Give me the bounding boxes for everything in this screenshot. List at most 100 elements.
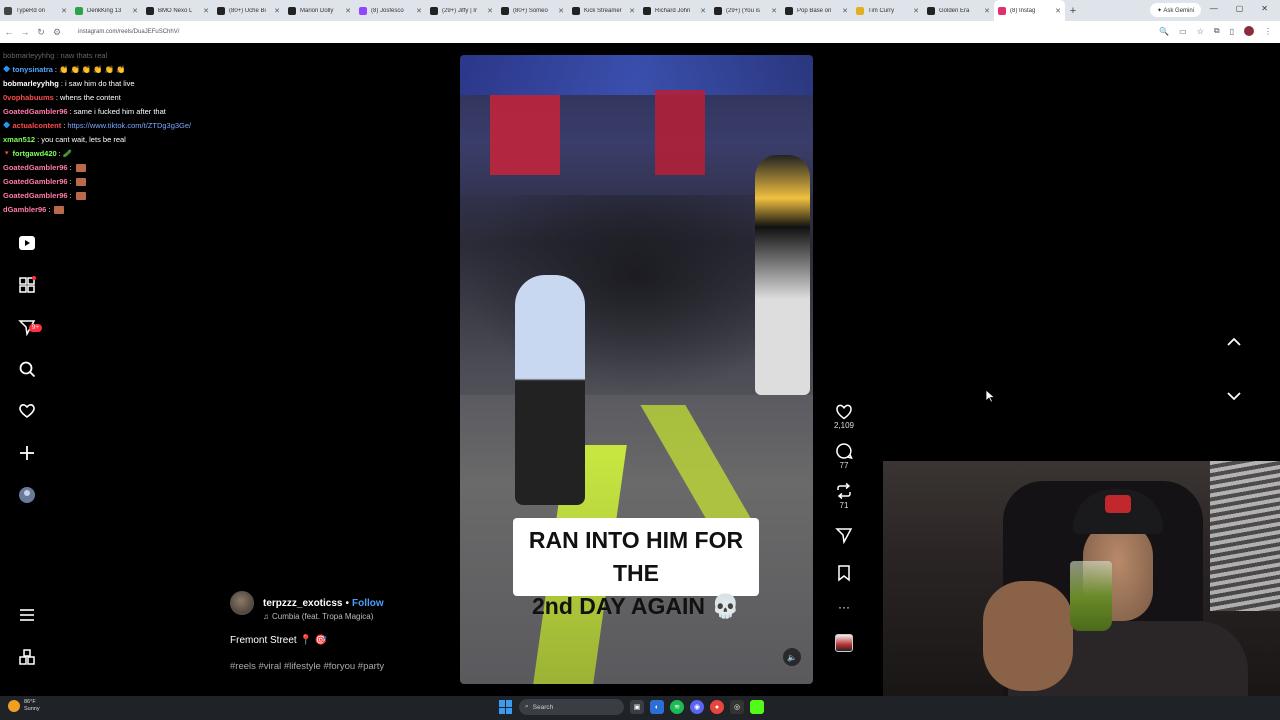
tab-close-icon[interactable]: ✕ [132, 7, 138, 15]
author-username[interactable]: terpzzz_exoticss [263, 598, 342, 609]
close-window-button[interactable]: ✕ [1261, 4, 1268, 13]
tab-label: DenkKing 13 [87, 7, 122, 14]
chat-link[interactable]: https://www.tiktok.com/t/ZTDg3g3Ge/ [67, 119, 191, 133]
browser-tab[interactable]: (80+) Someo ✕ [497, 0, 568, 21]
browser-tab[interactable]: Richard John ✕ [639, 0, 710, 21]
floor-light-right [640, 405, 755, 525]
tab-label: (29+) Jiffy | Ir [442, 7, 477, 14]
messages-nav-item[interactable]: 9+ [12, 312, 42, 342]
comment-action[interactable]: 77 [835, 442, 853, 470]
chat-separator: : [63, 121, 66, 130]
tab-close-icon[interactable]: ✕ [771, 7, 777, 15]
reel-video[interactable]: RAN INTO HIM FOR THE 2nd DAY AGAIN 💀 🔈 [460, 55, 813, 684]
tab-close-icon[interactable]: ✕ [629, 7, 635, 15]
reels-icon [19, 236, 35, 250]
extensions-icon[interactable]: ⧉ [1214, 26, 1220, 36]
tab-close-icon[interactable]: ✕ [984, 7, 990, 15]
tab-favicon-icon [75, 6, 83, 15]
dancing-man [515, 275, 585, 505]
browser-tab[interactable]: (8) Josfesco ✕ [355, 0, 426, 21]
audio-track[interactable]: ♫ Cumbia (feat. Tropa Magica) [263, 612, 450, 621]
url-field[interactable]: instagram.com/reels/DuaJEFuSChhV/ [70, 24, 1130, 40]
tab-close-icon[interactable]: ✕ [1055, 7, 1061, 15]
bookmark-star-icon[interactable]: ☆ [1197, 27, 1204, 36]
post-hashtags[interactable]: #reels #viral #lifestyle #foryou #party [230, 661, 450, 672]
share-action[interactable] [835, 526, 853, 544]
chat-separator: : [54, 65, 58, 74]
cap-logo [1105, 495, 1131, 513]
browser-tab[interactable]: Marion Dolly ✕ [284, 0, 355, 21]
tab-close-icon[interactable]: ✕ [487, 7, 493, 15]
more-nav-item[interactable] [12, 600, 42, 630]
back-icon[interactable]: ← [2, 27, 16, 37]
new-tab-button[interactable]: + [1065, 5, 1081, 17]
site-info-icon[interactable]: ⚙ [50, 27, 64, 38]
edge-icon[interactable]: ◐ [650, 700, 664, 714]
browser-tab[interactable]: Golden Era ✕ [923, 0, 994, 21]
tab-close-icon[interactable]: ✕ [842, 7, 848, 15]
also-from-meta-nav-item[interactable] [12, 642, 42, 672]
discord-icon[interactable]: ◉ [690, 700, 704, 714]
ask-gemini-button[interactable]: ✦ Ask Gemini [1150, 3, 1202, 17]
browser-tab[interactable]: (29+) (You is ✕ [710, 0, 781, 21]
browser-tab[interactable]: (29+) Jiffy | Ir ✕ [426, 0, 497, 21]
search-nav-item[interactable] [12, 354, 42, 384]
chat-badge-icon: 🔻 [3, 151, 11, 157]
chat-text: i saw him do that live [64, 79, 135, 88]
author-avatar[interactable] [230, 591, 254, 615]
browser-tab[interactable]: (8) Instag ✕ [994, 0, 1065, 21]
zoom-icon[interactable]: 🔍 [1159, 27, 1169, 36]
browser-tab[interactable]: Tim Curry ✕ [852, 0, 923, 21]
tab-close-icon[interactable]: ✕ [913, 7, 919, 15]
browser-tab[interactable]: Kick Streamer ✕ [568, 0, 639, 21]
apps-nav-item[interactable] [12, 270, 42, 300]
profile-avatar[interactable] [1244, 26, 1254, 36]
browser-tab[interactable]: BMO Nexo L ✕ [142, 0, 213, 21]
create-nav-item[interactable] [12, 438, 42, 468]
browser-tab[interactable]: DenkKing 13 ✕ [71, 0, 142, 21]
save-action[interactable] [836, 564, 852, 582]
mute-toggle-button[interactable]: 🔈 [783, 648, 801, 666]
next-reel-button[interactable] [1224, 386, 1244, 406]
chrome-icon[interactable]: ● [710, 700, 724, 714]
minimize-button[interactable]: — [1210, 4, 1218, 13]
browser-tab[interactable]: Pop Base on ✕ [781, 0, 852, 21]
weather-widget[interactable]: 86°F Sunny [8, 699, 40, 713]
repost-action[interactable]: 71 [835, 482, 853, 510]
like-action[interactable]: 2,109 [834, 403, 854, 430]
follow-button[interactable]: Follow [352, 598, 384, 609]
cast-icon[interactable]: ▭ [1179, 27, 1187, 36]
tab-favicon-icon [217, 6, 225, 15]
profile-nav-item[interactable] [12, 480, 42, 510]
tab-close-icon[interactable]: ✕ [700, 7, 706, 15]
spotify-icon[interactable]: ≋ [670, 700, 684, 714]
chat-username: tonysinatra [12, 65, 53, 74]
browser-menu-icon[interactable]: ⋮ [1264, 27, 1272, 36]
maximize-button[interactable]: ▢ [1236, 4, 1244, 13]
browser-tab[interactable]: TypeRd on ✕ [0, 0, 71, 21]
tab-close-icon[interactable]: ✕ [345, 7, 351, 15]
tab-close-icon[interactable]: ✕ [416, 7, 422, 15]
windows-start-icon[interactable] [499, 700, 513, 714]
previous-reel-button[interactable] [1224, 332, 1244, 352]
tab-close-icon[interactable]: ✕ [203, 7, 209, 15]
window-blinds [1210, 461, 1280, 611]
tab-close-icon[interactable]: ✕ [558, 7, 564, 15]
chat-username: dGambler96 [3, 205, 47, 214]
reload-icon[interactable]: ↻ [34, 27, 48, 38]
forward-icon[interactable]: → [18, 27, 32, 37]
browser-tab-strip: TypeRd on ✕ DenkKing 13 ✕ BMO Nexo L ✕ (80+) U… [0, 0, 1280, 21]
task-view-icon[interactable]: ▣ [630, 700, 644, 714]
notifications-nav-item[interactable] [12, 396, 42, 426]
tab-close-icon[interactable]: ✕ [61, 7, 67, 15]
audio-thumbnail[interactable] [835, 634, 853, 652]
more-options-action[interactable]: ··· [838, 601, 850, 613]
weather-desc: Sunny [24, 706, 40, 712]
browser-tab[interactable]: (80+) Uche Bi ✕ [213, 0, 284, 21]
reels-nav-item[interactable] [12, 228, 42, 258]
obs-icon[interactable]: ◎ [730, 700, 744, 714]
taskbar-search[interactable]: ⌕ Search [519, 699, 624, 715]
sidebar-icon[interactable]: ▯ [1230, 27, 1234, 36]
tab-close-icon[interactable]: ✕ [274, 7, 280, 15]
kick-icon[interactable] [750, 700, 764, 714]
